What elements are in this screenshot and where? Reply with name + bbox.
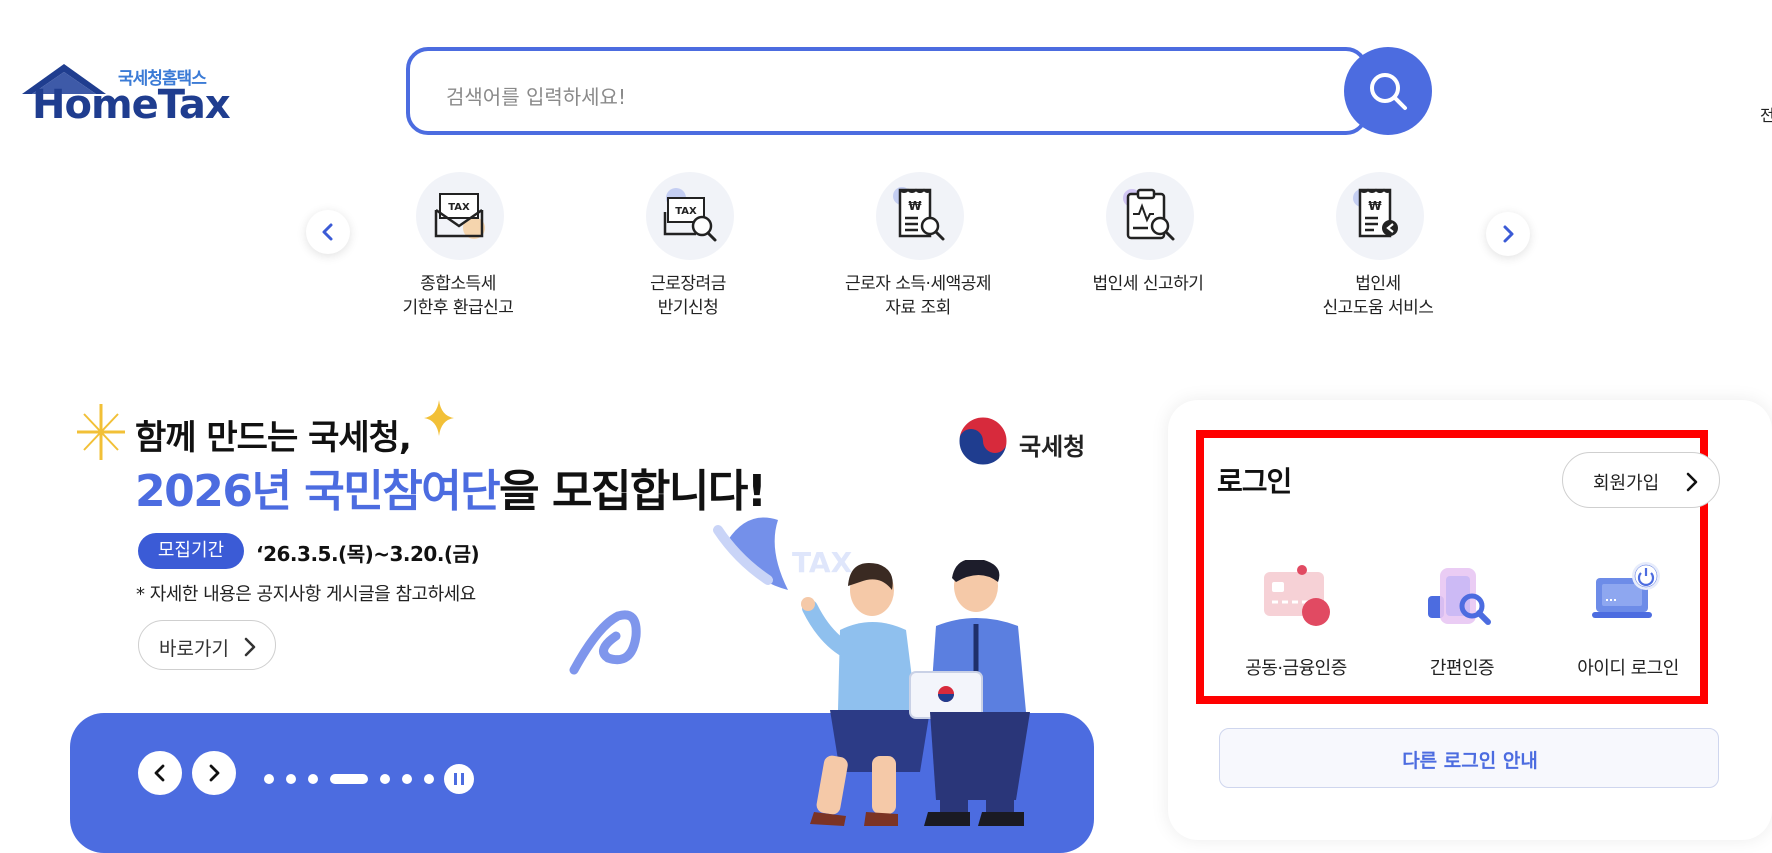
nts-emblem: 국세청 [955, 413, 1095, 473]
search-icon [1370, 73, 1407, 110]
header-edge-text[interactable]: 전 [1760, 102, 1772, 126]
won-document-search-icon: ₩ [876, 172, 964, 260]
banner-prev-button[interactable] [138, 751, 182, 795]
quick-menu-item[interactable]: TAX 종합소득세기한후 환급신고 [358, 172, 558, 332]
login-option-label: 아이디 로그인 [1577, 658, 1679, 679]
phone-search-icon [1428, 568, 1491, 625]
slide-dot[interactable] [402, 774, 412, 784]
won-document-help-icon: ₩ [1336, 172, 1424, 260]
certificate-card-icon [1264, 565, 1330, 626]
login-option-label: 간편인증 [1429, 658, 1495, 679]
joint-financial-cert-login[interactable]: 공동·금융인증 [1206, 562, 1386, 702]
logo-english-text: HomeTax [32, 82, 231, 128]
nts-name: 국세청 [1019, 433, 1086, 461]
banner-pause-button[interactable] [444, 764, 474, 794]
svg-text:₩: ₩ [1368, 199, 1382, 213]
ribbon-swirl-illustration [569, 610, 641, 675]
star-sparkle-icon [424, 400, 454, 436]
quick-menu-label: 법인세 [1355, 274, 1401, 294]
signup-button-label: 회원가입 [1593, 473, 1660, 494]
quick-menu-item[interactable]: ₩ 근로자 소득·세액공제자료 조회 [818, 172, 1018, 332]
chevron-right-icon [1686, 472, 1698, 492]
login-option-label: 공동·금융인증 [1245, 658, 1347, 679]
banner-headline: 2026년 국민참여단을 모집합니다! [135, 455, 767, 519]
banner-title: 함께 만드는 국세청, [135, 418, 412, 458]
quick-menu-next-button[interactable] [1486, 212, 1530, 256]
quick-menu-label: 근로자 소득·세액공제 [844, 274, 992, 294]
svg-text:₩: ₩ [908, 199, 922, 213]
chevron-left-icon [322, 223, 333, 241]
chevron-right-icon [209, 764, 220, 782]
quick-menu-label: 신고도움 서비스 [1322, 298, 1434, 318]
laptop-power-icon [1592, 562, 1660, 618]
period-badge: 모집기간 [138, 533, 244, 569]
quick-menu-label: 반기신청 [657, 298, 719, 318]
search-button[interactable] [1344, 47, 1432, 135]
other-login-label: 다른 로그인 안내 [1402, 750, 1538, 772]
slide-dot[interactable] [424, 774, 434, 784]
login-title: 로그인 [1217, 465, 1292, 498]
banner-note: * 자세한 내용은 공지사항 게시글을 참고하세요 [136, 584, 476, 605]
signup-button[interactable]: 회원가입 [1562, 452, 1720, 508]
quick-menu-label: 종합소득세 [420, 274, 496, 294]
quick-menu-label: 법인세 신고하기 [1092, 274, 1204, 294]
simple-auth-login[interactable]: 간편인증 [1372, 562, 1552, 702]
taegeuk-icon [958, 416, 1008, 466]
chevron-right-icon [244, 637, 256, 657]
quick-menu-label: 기한후 환급신고 [402, 298, 514, 318]
quick-menu-item[interactable]: TAX 근로장려금반기신청 [588, 172, 788, 332]
svg-text:TAX: TAX [448, 202, 470, 213]
chevron-right-icon [1503, 225, 1514, 243]
slide-dot[interactable] [308, 774, 318, 784]
quick-menu-item[interactable]: 법인세 신고하기 [1048, 172, 1248, 332]
quick-menu-prev-button[interactable] [306, 210, 350, 254]
sparkle-icon [77, 404, 125, 460]
period-date: ‘26.3.5.(목)~3.20.(금) [256, 542, 480, 566]
hometax-logo[interactable]: 국세청홈택스 HomeTax [18, 58, 231, 128]
banner-next-button[interactable] [192, 751, 236, 795]
pause-icon [461, 773, 464, 785]
clipboard-search-icon [1106, 172, 1194, 260]
other-login-guide-button[interactable]: 다른 로그인 안내 [1219, 728, 1719, 788]
tax-envelope-icon: TAX [416, 172, 504, 260]
svg-text:TAX: TAX [675, 206, 697, 217]
tax-search-icon: TAX [646, 172, 734, 260]
slide-dot[interactable] [264, 774, 274, 784]
slide-dot-active[interactable] [330, 774, 368, 784]
quick-menu-label: 근로장려금 [650, 274, 726, 294]
search-placeholder: 검색어를 입력하세요! [446, 85, 626, 109]
slide-dot[interactable] [286, 774, 296, 784]
quick-menu-label: 자료 조회 [885, 298, 951, 318]
people-illustration [801, 560, 1030, 826]
go-button[interactable]: 바로가기 [138, 620, 276, 670]
slide-dot[interactable] [380, 774, 390, 784]
search-input[interactable]: 검색어를 입력하세요! [406, 47, 1368, 135]
chevron-left-icon [154, 764, 165, 782]
quick-menu-item[interactable]: ₩ 법인세신고도움 서비스 [1278, 172, 1478, 332]
pause-icon [454, 773, 457, 785]
id-login[interactable]: 아이디 로그인 [1538, 562, 1718, 702]
banner-headline-highlight: 2026년 국민참여단 [135, 466, 501, 517]
go-button-label: 바로가기 [159, 638, 229, 660]
